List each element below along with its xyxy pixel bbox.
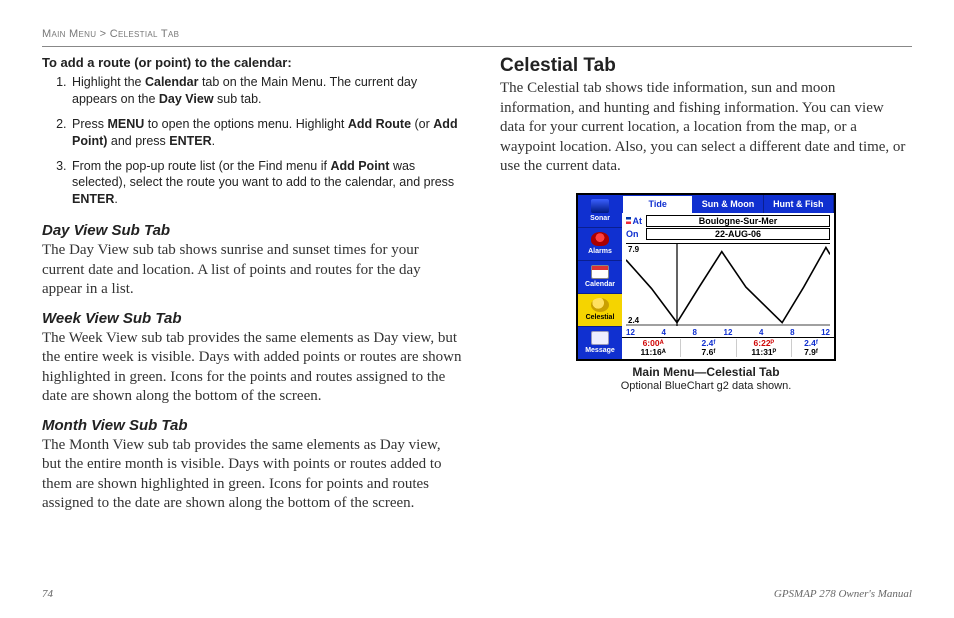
celestial-icon <box>591 298 609 312</box>
x-ticks: 12 4 8 12 4 8 12 <box>622 328 834 337</box>
device-sidebar: Sonar Alarms Calendar Celestial Message <box>578 195 622 359</box>
device-screenshot: Sonar Alarms Calendar Celestial Message Tide… <box>576 193 836 392</box>
device-fields: At Boulogne-Sur-Mer On 22-AUG-06 <box>622 213 834 241</box>
screenshot-subcaption: Optional BlueChart g2 data shown. <box>576 380 836 392</box>
month-view-body: The Month View sub tab provides the same… <box>42 436 462 514</box>
device-tabs: TideSun & MoonHunt & Fish <box>622 195 834 213</box>
sidebar-item-label: Message <box>585 347 615 354</box>
stat-bottom: 7.6ᶠ <box>702 348 716 357</box>
tide-stat: 2.4ᶠ7.9ᶠ <box>792 339 830 357</box>
x-tick: 12 <box>821 328 830 337</box>
on-label: On <box>626 229 642 239</box>
device-main: TideSun & MoonHunt & Fish At Boulogne-Su… <box>622 195 834 359</box>
x-tick: 8 <box>790 328 794 337</box>
tide-chart: 7.9 2.4 <box>626 243 830 326</box>
sidebar-item-sonar[interactable]: Sonar <box>578 195 622 228</box>
stat-bottom: 7.9ᶠ <box>804 348 818 357</box>
alarms-icon <box>591 232 609 246</box>
tide-curve-icon <box>626 244 830 326</box>
tide-stat: 6:00ᴬ11:16ᴬ <box>626 339 681 357</box>
howto-steps: Highlight the Calendar tab on the Main M… <box>42 74 462 208</box>
x-tick: 4 <box>661 328 665 337</box>
screenshot-caption: Main Menu—Celestial Tab <box>576 365 836 379</box>
sidebar-item-label: Celestial <box>586 314 615 321</box>
x-tick: 8 <box>693 328 697 337</box>
tide-stat: 2.4ᶠ7.6ᶠ <box>681 339 736 357</box>
week-view-body: The Week View sub tab provides the same … <box>42 329 462 407</box>
day-view-body: The Day View sub tab shows sunrise and s… <box>42 241 462 300</box>
celestial-intro: The Celestial tab shows tide information… <box>500 79 912 177</box>
howto-title: To add a route (or point) to the calenda… <box>42 55 462 70</box>
stat-bottom: 11:16ᴬ <box>640 348 665 357</box>
month-view-heading: Month View Sub Tab <box>42 417 462 434</box>
on-value[interactable]: 22-AUG-06 <box>646 228 830 240</box>
tab-sun-moon[interactable]: Sun & Moon <box>693 195 763 213</box>
calendar-icon <box>591 265 609 279</box>
page-footer: 74 GPSMAP 278 Owner's Manual <box>42 588 912 600</box>
week-view-heading: Week View Sub Tab <box>42 310 462 327</box>
breadcrumb-a: Main Menu <box>42 28 96 40</box>
at-label: At <box>626 216 642 226</box>
page-number: 74 <box>42 588 53 600</box>
stat-bottom: 11:31ᴾ <box>751 348 776 357</box>
at-value[interactable]: Boulogne-Sur-Mer <box>646 215 830 227</box>
breadcrumb-b: Celestial Tab <box>110 28 179 40</box>
x-tick: 4 <box>759 328 763 337</box>
sidebar-item-alarms[interactable]: Alarms <box>578 228 622 261</box>
flag-icon <box>626 217 631 224</box>
day-view-heading: Day View Sub Tab <box>42 222 462 239</box>
step-1: Highlight the Calendar tab on the Main M… <box>70 74 462 108</box>
x-tick: 12 <box>724 328 733 337</box>
manual-title: GPSMAP 278 Owner's Manual <box>774 588 912 600</box>
sidebar-item-label: Calendar <box>585 281 615 288</box>
celestial-title: Celestial Tab <box>500 55 912 77</box>
sidebar-item-label: Sonar <box>590 215 610 222</box>
sidebar-item-label: Alarms <box>588 248 612 255</box>
sidebar-item-calendar[interactable]: Calendar <box>578 261 622 294</box>
tab-tide[interactable]: Tide <box>622 195 693 213</box>
x-tick: 12 <box>626 328 635 337</box>
tide-stats: 6:00ᴬ11:16ᴬ2.4ᶠ7.6ᶠ6:22ᴾ11:31ᴾ2.4ᶠ7.9ᶠ <box>622 337 834 359</box>
sidebar-item-celestial[interactable]: Celestial <box>578 294 622 327</box>
left-column: To add a route (or point) to the calenda… <box>42 55 462 514</box>
header-rule <box>42 46 912 47</box>
right-column: Celestial Tab The Celestial tab shows ti… <box>500 55 912 514</box>
step-3: From the pop-up route list (or the Find … <box>70 158 462 209</box>
tide-stat: 6:22ᴾ11:31ᴾ <box>737 339 792 357</box>
tab-hunt-fish[interactable]: Hunt & Fish <box>764 195 834 213</box>
sidebar-item-message[interactable]: Message <box>578 327 622 359</box>
breadcrumb: Main Menu > Celestial Tab <box>42 28 912 40</box>
device-screen: Sonar Alarms Calendar Celestial Message Tide… <box>576 193 836 361</box>
message-icon <box>591 331 609 345</box>
step-2: Press MENU to open the options menu. Hig… <box>70 116 462 150</box>
sonar-icon <box>591 199 609 213</box>
breadcrumb-sep: > <box>100 28 107 40</box>
